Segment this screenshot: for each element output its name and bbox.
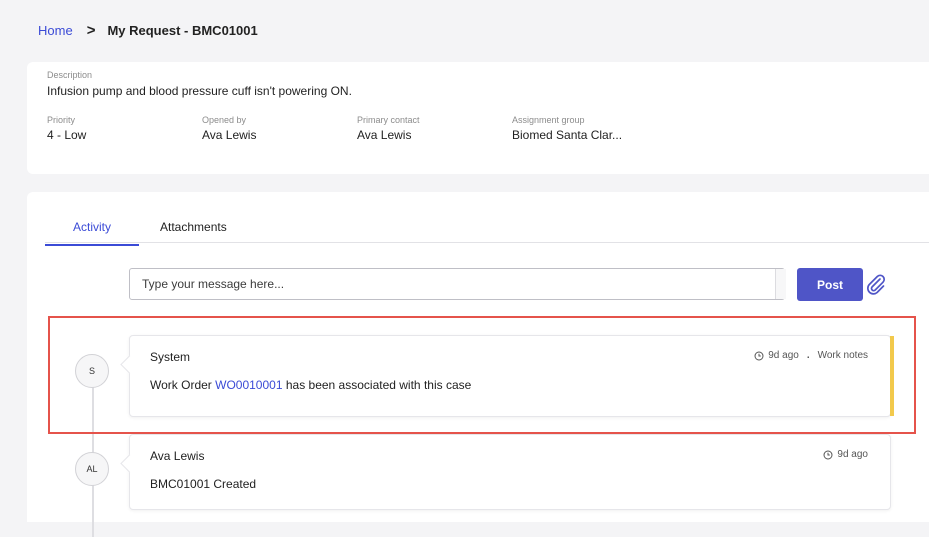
chevron-right-icon: > bbox=[86, 21, 96, 39]
field-label: Assignment group bbox=[512, 115, 585, 125]
message-input[interactable] bbox=[129, 268, 785, 300]
field-label: Opened by bbox=[202, 115, 247, 125]
field-primary-contact: Primary contact Ava Lewis bbox=[357, 115, 420, 142]
activity-entry-ava-lewis: Ava Lewis 9d ago BMC01001 Created bbox=[129, 434, 891, 510]
entry-body: BMC01001 Created bbox=[150, 477, 257, 491]
entry-type: Work notes bbox=[817, 350, 868, 361]
work-notes-accent-bar bbox=[890, 336, 894, 416]
breadcrumb: Home > My Request - BMC01001 bbox=[38, 0, 258, 60]
separator-dot: . bbox=[806, 350, 810, 361]
breadcrumb-home-link[interactable]: Home bbox=[38, 23, 73, 38]
field-priority: Priority 4 - Low bbox=[47, 115, 86, 142]
entry-author: Ava Lewis bbox=[150, 449, 205, 463]
field-value: Ava Lewis bbox=[357, 128, 412, 142]
entry-body: Work Order WO0010001 has been associated… bbox=[150, 378, 471, 392]
activity-entry-system: System 9d ago . Work notes Work Order WO… bbox=[129, 335, 894, 417]
field-label: Primary contact bbox=[357, 115, 420, 125]
input-scrollbar[interactable] bbox=[775, 269, 786, 299]
entry-author: System bbox=[150, 350, 191, 364]
field-opened-by: Opened by Ava Lewis bbox=[202, 115, 256, 142]
avatar: S bbox=[75, 354, 109, 388]
field-label: Priority bbox=[47, 115, 76, 125]
tab-attachments[interactable]: Attachments bbox=[160, 220, 227, 234]
clock-icon bbox=[823, 450, 833, 459]
entry-body-prefix: Work Order bbox=[150, 378, 216, 392]
avatar: AL bbox=[75, 452, 109, 486]
field-value: Biomed Santa Clar... bbox=[512, 128, 623, 142]
activity-card: Activity Attachments Post S System 9d ag… bbox=[27, 192, 929, 537]
entry-meta: 9d ago . Work notes bbox=[754, 350, 868, 361]
clock-icon bbox=[754, 351, 764, 360]
description-value: Infusion pump and blood pressure cuff is… bbox=[47, 84, 352, 98]
field-value: Ava Lewis bbox=[202, 128, 257, 142]
paperclip-icon[interactable] bbox=[863, 272, 887, 296]
request-details-card: Description Infusion pump and blood pres… bbox=[27, 62, 929, 174]
post-button[interactable]: Post bbox=[797, 268, 863, 301]
entry-time: 9d ago bbox=[768, 350, 799, 361]
field-value: 4 - Low bbox=[47, 128, 87, 142]
tab-bar: Activity Attachments bbox=[44, 214, 929, 246]
work-order-link[interactable]: WO0010001 bbox=[215, 378, 282, 392]
field-assignment-group: Assignment group Biomed Santa Clar... bbox=[512, 115, 622, 142]
entry-body-suffix: has been associated with this case bbox=[282, 378, 472, 392]
entry-time: 9d ago bbox=[837, 449, 868, 460]
entry-meta: 9d ago bbox=[823, 449, 868, 460]
page-title: My Request - BMC01001 bbox=[107, 22, 258, 38]
tab-activity[interactable]: Activity bbox=[44, 220, 140, 246]
description-label: Description bbox=[47, 70, 93, 80]
